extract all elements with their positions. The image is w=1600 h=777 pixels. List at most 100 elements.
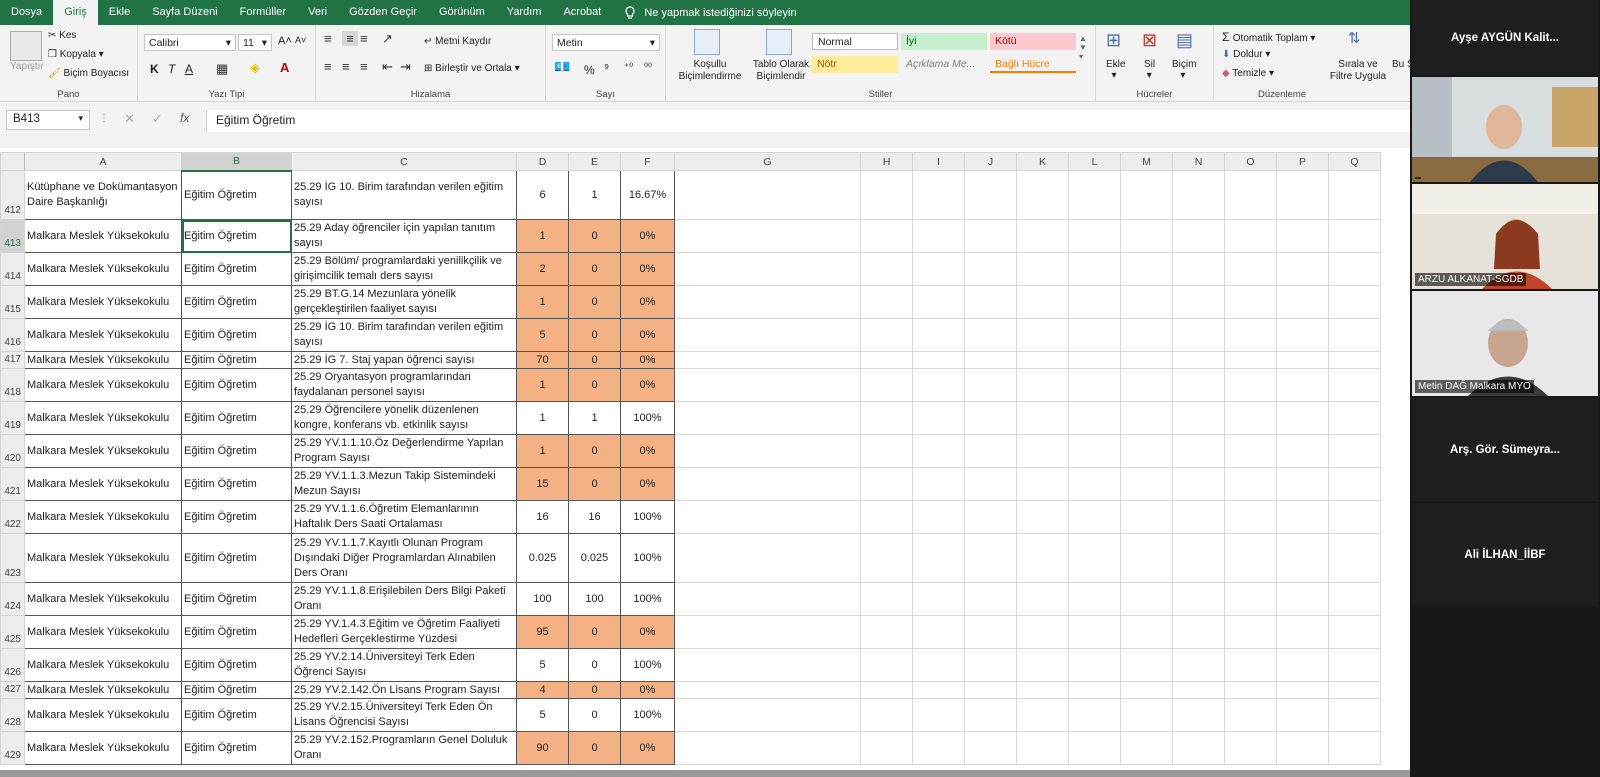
cell-empty[interactable] <box>1120 285 1173 319</box>
cancel-icon[interactable]: ✕ <box>124 111 135 127</box>
participant-tile[interactable]: Metin DAĞ Malkara MYO <box>1412 291 1598 396</box>
cell-empty[interactable] <box>1328 467 1381 501</box>
cell-empty[interactable] <box>674 582 861 616</box>
cell-empty[interactable] <box>1224 467 1277 501</box>
cell-empty[interactable] <box>1224 582 1277 616</box>
align-right-icon[interactable]: ≡ <box>360 59 368 74</box>
cell-unit[interactable]: Malkara Meslek Yüksekokulu <box>24 582 182 616</box>
cell-indicator[interactable]: 25.29 İG 10. Birim tarafından verilen eğ… <box>291 318 517 352</box>
row-header[interactable]: 417 <box>0 351 25 369</box>
cell-empty[interactable] <box>1016 731 1069 765</box>
tab-gozden-gecir[interactable]: Gözden Geçir <box>338 0 428 25</box>
cell-empty[interactable] <box>1068 500 1121 534</box>
cell-empty[interactable] <box>1224 170 1277 220</box>
cell-empty[interactable] <box>1172 533 1225 583</box>
underline-button[interactable]: A <box>185 62 193 76</box>
participant-tile[interactable]: Ayşe AYGÜN Kalit... <box>1412 0 1598 75</box>
cell-empty[interactable] <box>860 500 913 534</box>
cell-category[interactable]: Eğitim Öğretim <box>181 219 292 253</box>
column-header[interactable]: M <box>1120 152 1173 171</box>
cell-empty[interactable] <box>1224 219 1277 253</box>
cell-empty[interactable] <box>912 582 965 616</box>
cell-empty[interactable] <box>1016 318 1069 352</box>
cell-empty[interactable] <box>1120 582 1173 616</box>
cell-empty[interactable] <box>1172 681 1225 699</box>
cell-indicator[interactable]: 25.29 Oryantasyon programlarından faydal… <box>291 368 517 402</box>
cell-empty[interactable] <box>1016 285 1069 319</box>
format-cells-button[interactable]: Biçim ▾ <box>1172 59 1196 81</box>
cell-empty[interactable] <box>1328 368 1381 402</box>
cell-target[interactable]: 6 <box>516 170 569 220</box>
cell-empty[interactable] <box>1016 681 1069 699</box>
horizontal-scrollbar[interactable] <box>0 770 1410 777</box>
cell-empty[interactable] <box>1120 434 1173 468</box>
column-header[interactable]: J <box>964 152 1017 171</box>
cell-unit[interactable]: Malkara Meslek Yüksekokulu <box>24 698 182 732</box>
wrap-text-button[interactable]: ↵ Metni Kaydır <box>424 36 491 47</box>
column-header[interactable]: C <box>291 152 517 171</box>
cell-unit[interactable]: Kütüphane ve Dokümantasyon Daire Başkanl… <box>24 170 182 220</box>
cell-actual[interactable]: 0 <box>568 615 621 649</box>
cell-empty[interactable] <box>912 648 965 682</box>
row-header[interactable]: 429 <box>0 731 25 765</box>
column-header[interactable]: D <box>516 152 569 171</box>
cell-empty[interactable] <box>1328 434 1381 468</box>
cell-empty[interactable] <box>1328 698 1381 732</box>
cell-empty[interactable] <box>1328 252 1381 286</box>
cell-empty[interactable] <box>1276 318 1329 352</box>
cell-empty[interactable] <box>1120 698 1173 732</box>
cell-empty[interactable] <box>1172 351 1225 369</box>
cell-indicator[interactable]: 25.29 YV.2.142.Ön Lisans Program Sayısı <box>291 681 517 699</box>
cell-unit[interactable]: Malkara Meslek Yüksekokulu <box>24 285 182 319</box>
cell-empty[interactable] <box>1068 285 1121 319</box>
cell-empty[interactable] <box>860 219 913 253</box>
cell-empty[interactable] <box>1016 582 1069 616</box>
cell-empty[interactable] <box>1172 170 1225 220</box>
cell-empty[interactable] <box>912 434 965 468</box>
cell-empty[interactable] <box>860 401 913 435</box>
cell-empty[interactable] <box>1068 318 1121 352</box>
cell-empty[interactable] <box>912 500 965 534</box>
cell-indicator[interactable]: 25.29 YV.1.1.8.Erişilebilen Ders Bilgi P… <box>291 582 517 616</box>
participant-tile[interactable]: Ali İLHAN_İİBF <box>1412 503 1598 606</box>
cell-empty[interactable] <box>1172 698 1225 732</box>
row-header[interactable]: 426 <box>0 648 25 682</box>
row-header[interactable]: 423 <box>0 533 25 583</box>
cell-empty[interactable] <box>1224 681 1277 699</box>
cell-empty[interactable] <box>1016 615 1069 649</box>
cell-empty[interactable] <box>1172 401 1225 435</box>
paste-button[interactable]: Yapıştır <box>10 61 44 72</box>
cell-empty[interactable] <box>1276 500 1329 534</box>
style-bad[interactable]: Kötü <box>990 33 1076 50</box>
cell-empty[interactable] <box>1224 698 1277 732</box>
cell-ratio[interactable]: 100% <box>620 533 675 583</box>
row-header[interactable]: 424 <box>0 582 25 616</box>
cell-empty[interactable] <box>1068 219 1121 253</box>
tab-ekle[interactable]: Ekle <box>98 0 141 25</box>
cell-empty[interactable] <box>912 731 965 765</box>
column-header[interactable]: Q <box>1328 152 1381 171</box>
cell-empty[interactable] <box>860 731 913 765</box>
cell-empty[interactable] <box>912 318 965 352</box>
cell-empty[interactable] <box>1328 681 1381 699</box>
cell-empty[interactable] <box>1328 285 1381 319</box>
cell-ratio[interactable]: 0% <box>620 681 675 699</box>
cell-empty[interactable] <box>1276 219 1329 253</box>
cell-target[interactable]: 5 <box>516 318 569 352</box>
cell-empty[interactable] <box>1224 731 1277 765</box>
cell-empty[interactable] <box>964 615 1017 649</box>
cell-empty[interactable] <box>1016 219 1069 253</box>
format-painter-button[interactable]: 🖌 Biçim Boyacısı <box>48 68 129 79</box>
column-header[interactable]: I <box>912 152 965 171</box>
cell-actual[interactable]: 0 <box>568 285 621 319</box>
cell-empty[interactable] <box>1328 401 1381 435</box>
insert-function-button[interactable]: fx <box>180 111 189 125</box>
cell-indicator[interactable]: 25.29 Öğrencilere yönelik düzenlenen kon… <box>291 401 517 435</box>
cell-category[interactable]: Eğitim Öğretim <box>181 170 292 220</box>
tab-yardim[interactable]: Yardım <box>496 0 553 25</box>
styles-scroll-icon[interactable]: ▲ ▼ ▾ <box>1079 34 1087 61</box>
cell-empty[interactable] <box>1120 170 1173 220</box>
cell-actual[interactable]: 0 <box>568 731 621 765</box>
cell-empty[interactable] <box>860 351 913 369</box>
indent-increase-icon[interactable]: ⇥ <box>400 59 411 75</box>
